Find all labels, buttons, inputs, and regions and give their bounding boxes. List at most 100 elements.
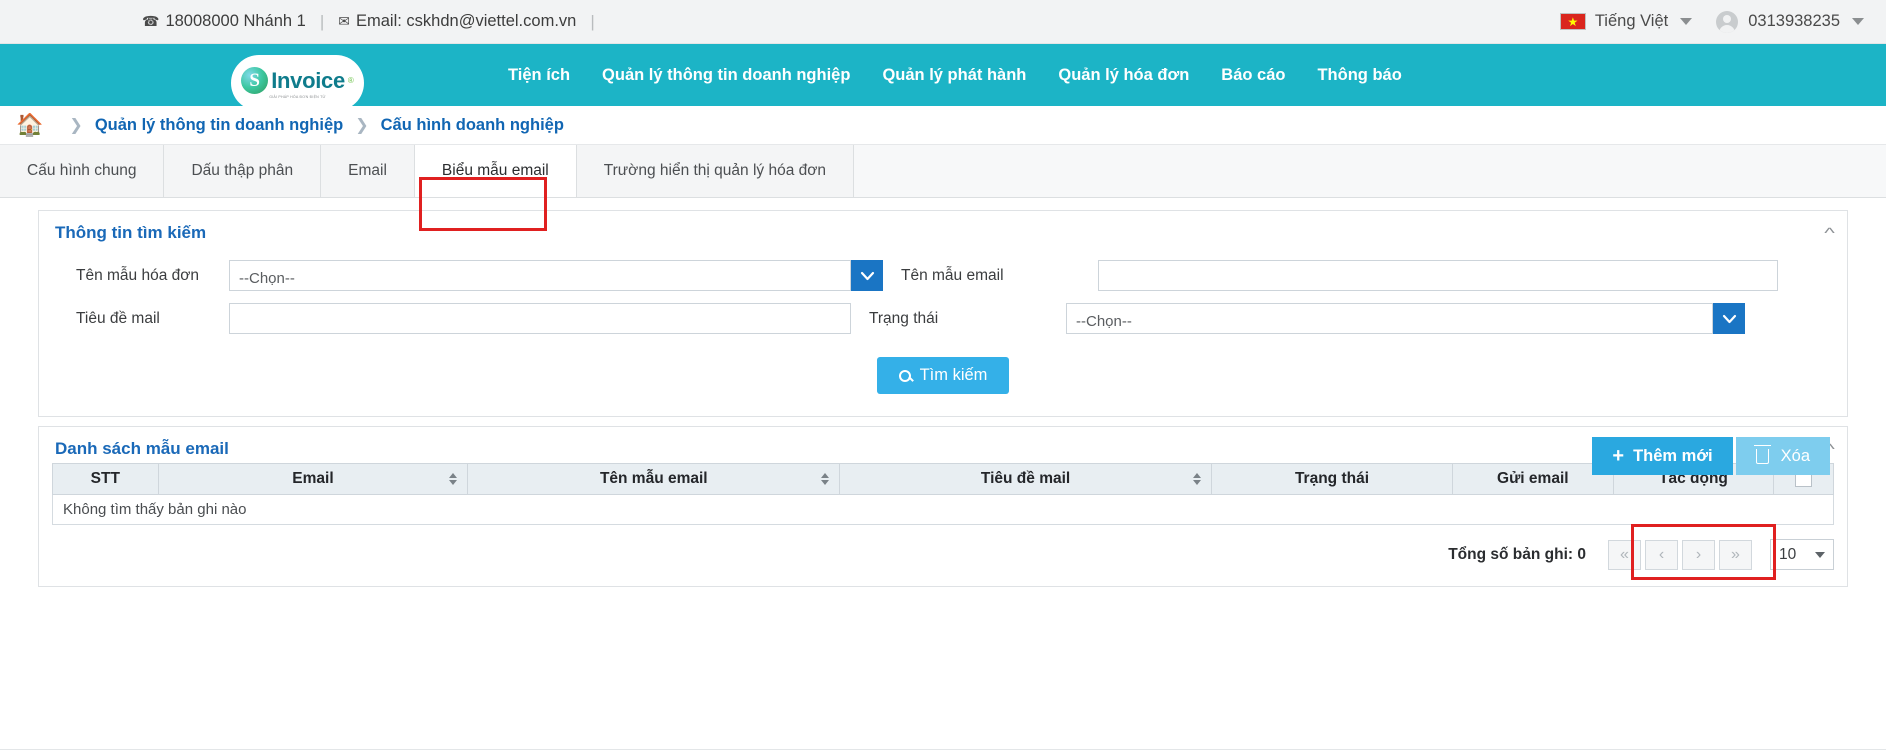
nav-item-quan-ly-hoa-don[interactable]: Quản lý hóa đơn	[1042, 66, 1205, 85]
phone-contact: ☎ 18008000 Nhánh 1	[142, 12, 306, 31]
pagination-first-button[interactable]: «	[1608, 539, 1641, 570]
breadcrumb-item-quan-ly-thong-tin-doanh-nghiep[interactable]: Quản lý thông tin doanh nghiệp	[95, 116, 343, 135]
column-label-tieu-de-mail: Tiêu đề mail	[980, 470, 1071, 487]
tab-dau-thap-phan[interactable]: Dấu thập phân	[164, 145, 322, 197]
search-button[interactable]: Tìm kiếm	[876, 357, 1010, 394]
topbar-user-group: ★ Tiếng Việt 0313938235	[1559, 10, 1864, 33]
table-empty-message: Không tìm thấy bản ghi nào	[52, 494, 1834, 525]
main-navbar: S Invoice ® GIẢI PHÁP HÓA ĐƠN ĐIỆN TỬ Tiệ…	[0, 44, 1886, 111]
home-icon[interactable]: 🏠	[16, 114, 43, 136]
account-chevron-down-icon[interactable]	[1852, 18, 1864, 25]
nav-item-thong-bao[interactable]: Thông báo	[1301, 66, 1417, 85]
column-label-gui-email: Gửi email	[1497, 470, 1569, 487]
logo-wordmark: Invoice	[271, 67, 345, 93]
email-template-label: Tên mẫu email	[901, 266, 1004, 284]
tab-cau-hinh-chung[interactable]: Cấu hình chung	[0, 145, 165, 197]
page-size-value: 10	[1779, 545, 1797, 563]
page-size-select[interactable]: 10	[1770, 539, 1834, 570]
table-body: Không tìm thấy bản ghi nào	[52, 494, 1834, 525]
search-panel-chevron-up-icon[interactable]: ^	[1824, 226, 1835, 241]
invoice-template-label: Tên mẫu hóa đơn	[76, 266, 200, 284]
pagination-prev-button[interactable]: ‹	[1645, 539, 1678, 570]
account-id[interactable]: 0313938235	[1748, 12, 1840, 31]
column-label-trang-thai: Trạng thái	[1294, 470, 1370, 487]
tab-truong-hien-thi-quan-ly-hoa-don[interactable]: Trường hiển thị quản lý hóa đơn	[576, 145, 855, 197]
invoice-template-chevron-down-icon[interactable]	[851, 260, 883, 291]
add-new-button-label: Thêm mới	[1633, 446, 1713, 465]
column-header-email[interactable]: Email	[157, 463, 469, 495]
nav-item-quan-ly-thong-tin-doanh-nghiep[interactable]: Quản lý thông tin doanh nghiệp	[586, 66, 866, 85]
logo-subtitle: GIẢI PHÁP HÓA ĐƠN ĐIỆN TỬ	[269, 95, 326, 99]
email-address: Email: cskhdn@viettel.com.vn	[356, 12, 577, 30]
breadcrumb-item-cau-hinh-doanh-nghiep[interactable]: Cấu hình doanh nghiệp	[381, 116, 564, 135]
page-root: ☎ 18008000 Nhánh 1 | ✉ Email: cskhdn@vie…	[0, 0, 1886, 750]
search-icon	[898, 369, 911, 382]
invoice-template-select-value[interactable]: --Chọn--	[229, 260, 851, 291]
topbar-separator-2: |	[590, 12, 595, 31]
site-logo[interactable]: S Invoice ® GIẢI PHÁP HÓA ĐƠN ĐIỆN TỬ	[231, 55, 364, 111]
pagination-last-button[interactable]: »	[1719, 539, 1752, 570]
logo-trademark: ®	[347, 76, 354, 85]
search-panel: Thông tin tìm kiếm ^ Tên mẫu hóa đơn --C…	[38, 210, 1848, 417]
nav-menu: Tiện ích Quản lý thông tin doanh nghiệp …	[492, 66, 1418, 85]
page-size-chevron-down-icon	[1815, 551, 1825, 558]
tab-bar: Cấu hình chung Dấu thập phân Email Biểu …	[0, 145, 1886, 198]
delete-button-label: Xóa	[1780, 446, 1810, 465]
table-header: STT Email Tên mẫu email Tiêu đề mail Trạ…	[52, 463, 1834, 495]
search-button-label: Tìm kiếm	[919, 366, 988, 384]
column-header-stt[interactable]: STT	[52, 463, 159, 495]
phone-number: 18008000 Nhánh 1	[165, 12, 306, 30]
topbar-contact-group: ☎ 18008000 Nhánh 1 | ✉ Email: cskhdn@vie…	[142, 12, 609, 31]
invoice-template-select[interactable]: --Chọn--	[229, 260, 883, 291]
column-header-ten-mau-email[interactable]: Tên mẫu email	[467, 463, 841, 495]
search-panel-title: Thông tin tìm kiếm	[55, 223, 207, 242]
list-panel: Danh sách mẫu email ^ + Thêm mới Xóa S	[38, 426, 1848, 587]
status-label: Trạng thái	[869, 309, 939, 327]
envelope-icon: ✉	[338, 13, 350, 29]
status-select[interactable]: --Chọn--	[1066, 303, 1745, 334]
vietnam-flag-icon: ★	[1559, 13, 1586, 30]
list-panel-title: Danh sách mẫu email	[55, 439, 229, 458]
pagination: « ‹ › » 10	[1608, 539, 1834, 570]
mail-subject-input[interactable]	[229, 303, 851, 334]
topbar-separator-1: |	[319, 12, 325, 31]
sort-icon-tieu-de-mail[interactable]	[1192, 473, 1201, 485]
mail-subject-label: Tiêu đề mail	[76, 309, 160, 327]
add-new-button[interactable]: + Thêm mới	[1592, 437, 1733, 475]
avatar	[1716, 10, 1739, 33]
email-template-table: STT Email Tên mẫu email Tiêu đề mail Trạ…	[52, 463, 1834, 525]
table-header-row: STT Email Tên mẫu email Tiêu đề mail Trạ…	[52, 463, 1834, 495]
nav-item-tien-ich[interactable]: Tiện ích	[492, 66, 586, 85]
breadcrumb-separator-1: ❯	[69, 117, 83, 134]
column-label-stt: STT	[90, 470, 120, 487]
language-chevron-down-icon[interactable]	[1680, 18, 1693, 25]
status-chevron-down-icon[interactable]	[1713, 303, 1745, 334]
delete-button[interactable]: Xóa	[1735, 437, 1830, 475]
pagination-next-button[interactable]: ›	[1682, 539, 1715, 570]
status-select-value[interactable]: --Chọn--	[1066, 303, 1713, 334]
list-panel-header: Danh sách mẫu email ^	[39, 427, 1847, 463]
language-selector-label[interactable]: Tiếng Việt	[1595, 12, 1668, 31]
content-area: Thông tin tìm kiếm ^ Tên mẫu hóa đơn --C…	[0, 198, 1886, 587]
logo-letter: S	[249, 69, 260, 91]
nav-item-bao-cao[interactable]: Báo cáo	[1205, 66, 1301, 85]
breadcrumb: 🏠 ❯ Quản lý thông tin doanh nghiệp ❯ Cấu…	[0, 106, 1886, 145]
column-header-trang-thai[interactable]: Trạng thái	[1210, 463, 1453, 495]
list-action-buttons: + Thêm mới Xóa	[1592, 437, 1830, 475]
sort-icon-ten-mau-email[interactable]	[821, 473, 830, 485]
table-footer: Tổng số bản ghi: 0 « ‹ › » 10	[39, 525, 1847, 586]
search-form-row-1: Tên mẫu hóa đơn --Chọn-- Tên mẫu email	[39, 260, 1847, 291]
tab-email[interactable]: Email	[321, 145, 415, 197]
globe-logo-icon: S	[241, 67, 269, 94]
email-template-input[interactable]	[1098, 260, 1778, 291]
sort-icon-email[interactable]	[449, 473, 458, 485]
email-contact: ✉ Email: cskhdn@viettel.com.vn	[338, 12, 576, 31]
nav-item-quan-ly-phat-hanh[interactable]: Quản lý phát hành	[866, 66, 1042, 85]
column-header-tieu-de-mail[interactable]: Tiêu đề mail	[839, 463, 1212, 495]
tab-bieu-mau-email[interactable]: Biểu mẫu email	[414, 145, 577, 197]
trash-icon	[1753, 444, 1771, 464]
phone-icon: ☎	[142, 13, 160, 29]
column-header-gui-email[interactable]: Gửi email	[1451, 463, 1614, 495]
column-label-ten-mau-email: Tên mẫu email	[599, 470, 708, 487]
search-panel-header: Thông tin tìm kiếm ^	[39, 211, 1847, 247]
